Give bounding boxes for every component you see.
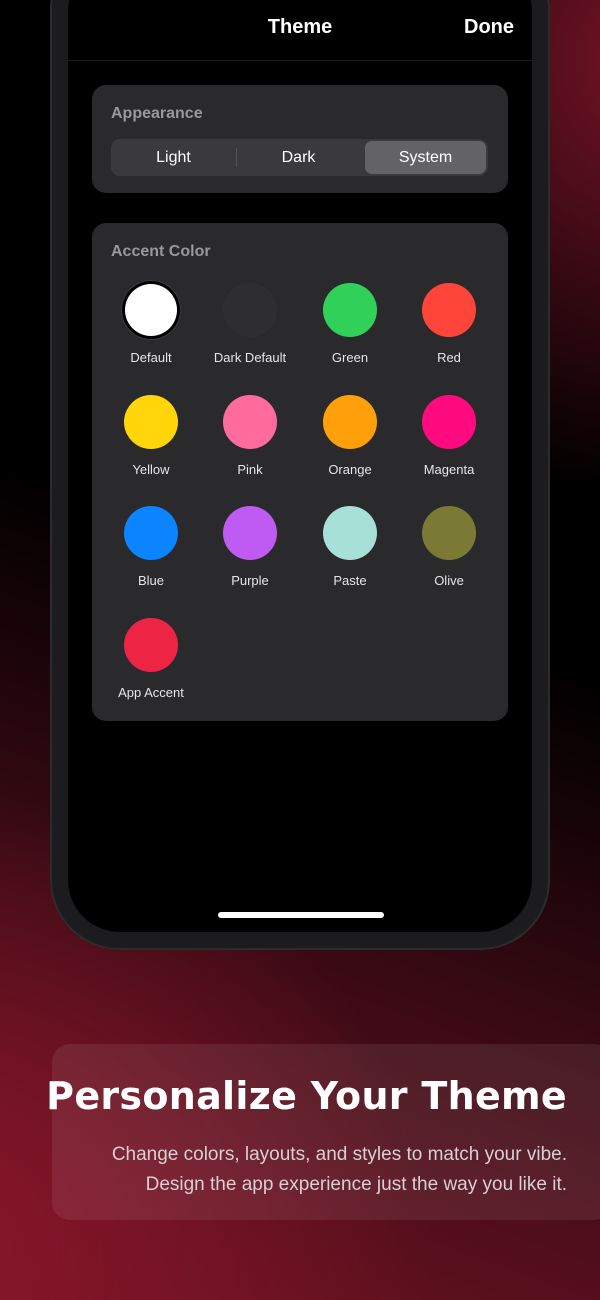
appearance-segmented-control: Light Dark System xyxy=(111,139,488,176)
swatch-label: Red xyxy=(437,350,461,365)
color-dot[interactable] xyxy=(124,395,178,449)
segment-light[interactable]: Light xyxy=(113,141,234,174)
accent-color-label: Accent Color xyxy=(111,243,211,260)
accent-swatch-app-accent[interactable]: App Accent xyxy=(101,618,201,718)
accent-swatch-magenta[interactable]: Magenta xyxy=(399,395,499,495)
segment-divider xyxy=(236,148,237,167)
appearance-card: Appearance Light Dark System xyxy=(92,85,508,193)
color-dot[interactable] xyxy=(323,506,377,560)
swatch-label: Magenta xyxy=(423,462,475,477)
color-dot[interactable] xyxy=(422,395,476,449)
home-indicator xyxy=(218,912,384,918)
page-title: Theme xyxy=(267,16,333,38)
promo-subtitle-line-2: Design the app experience just the way y… xyxy=(145,1174,567,1195)
color-dot[interactable] xyxy=(422,506,476,560)
color-dot[interactable] xyxy=(223,395,277,449)
accent-swatch-orange[interactable]: Orange xyxy=(300,395,400,495)
swatch-label: App Accent xyxy=(118,685,184,700)
color-dot[interactable] xyxy=(125,284,177,336)
nav-bar: Theme Done xyxy=(68,0,532,61)
promo-subtitle-line-1: Change colors, layouts, and styles to ma… xyxy=(111,1144,567,1165)
color-dot[interactable] xyxy=(223,283,277,337)
appearance-label: Appearance xyxy=(111,105,203,122)
accent-swatch-olive[interactable]: Olive xyxy=(399,506,499,606)
segment-system[interactable]: System xyxy=(365,141,486,174)
accent-swatch-red[interactable]: Red xyxy=(399,283,499,383)
color-dot[interactable] xyxy=(124,618,178,672)
phone-screen: Theme Done Appearance Light Dark System … xyxy=(68,0,532,932)
color-dot[interactable] xyxy=(323,283,377,337)
accent-swatch-default[interactable]: Default xyxy=(101,283,201,383)
accent-swatch-paste[interactable]: Paste xyxy=(300,506,400,606)
accent-swatch-purple[interactable]: Purple xyxy=(200,506,300,606)
accent-swatch-blue[interactable]: Blue xyxy=(101,506,201,606)
swatch-label: Olive xyxy=(434,573,464,588)
color-dot[interactable] xyxy=(223,506,277,560)
done-button[interactable]: Done xyxy=(464,16,514,39)
color-dot[interactable] xyxy=(124,506,178,560)
accent-swatch-dark-default[interactable]: Dark Default xyxy=(200,283,300,383)
accent-swatch-pink[interactable]: Pink xyxy=(200,395,300,495)
accent-swatch-green[interactable]: Green xyxy=(300,283,400,383)
promo-title: Personalize Your Theme xyxy=(46,1074,567,1118)
color-dot[interactable] xyxy=(422,283,476,337)
color-dot[interactable] xyxy=(323,395,377,449)
accent-color-card: Accent Color Default Dark Default Green Red… xyxy=(92,223,508,721)
promo-subtitle: Change colors, layouts, and styles to ma… xyxy=(47,1140,567,1200)
segment-dark[interactable]: Dark xyxy=(238,141,359,174)
accent-swatch-yellow[interactable]: Yellow xyxy=(101,395,201,495)
